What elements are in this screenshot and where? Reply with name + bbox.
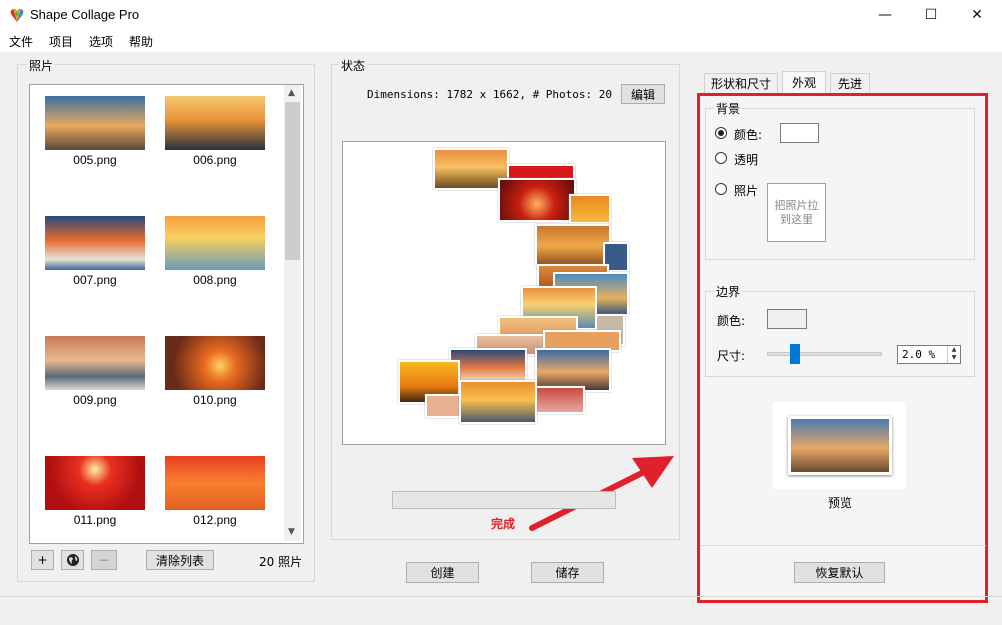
reset-defaults-button[interactable]: 恢复默认 xyxy=(794,562,885,583)
collage-preview[interactable] xyxy=(342,141,666,445)
status-done-text: 完成 xyxy=(491,517,516,531)
bg-color-swatch[interactable] xyxy=(780,123,819,143)
photos-group-title: 照片 xyxy=(27,57,56,74)
close-button[interactable]: ✕ xyxy=(954,0,1000,30)
border-color-swatch[interactable] xyxy=(767,309,807,329)
border-size-spinbox[interactable]: 2.0 % ▲ ▼ xyxy=(897,345,961,364)
scroll-thumb[interactable] xyxy=(285,102,300,260)
tab-advanced[interactable]: 先进 xyxy=(830,73,870,93)
border-size-value: 2.0 % xyxy=(902,348,936,361)
bg-photo-label: 照片 xyxy=(734,184,759,198)
app-logo-icon xyxy=(9,7,25,23)
border-size-slider-thumb[interactable] xyxy=(790,344,800,364)
status-group-title: 状态 xyxy=(339,57,368,74)
tab-appearance[interactable]: 外观 xyxy=(782,71,826,93)
collage-photo xyxy=(535,386,585,414)
window-title: Shape Collage Pro xyxy=(30,7,140,22)
photo-filename: 008.png xyxy=(193,273,237,287)
menu-options[interactable]: 选项 xyxy=(89,33,113,50)
photo-filename: 007.png xyxy=(73,273,117,287)
bg-transparent-radio[interactable] xyxy=(715,152,727,164)
web-import-button[interactable] xyxy=(61,550,84,570)
dimensions-text: Dimensions: 1782 x 1662, # Photos: 20 xyxy=(367,88,613,101)
preview-label: 预览 xyxy=(828,496,853,510)
photo-thumbnail[interactable] xyxy=(45,96,145,150)
photo-filename: 006.png xyxy=(193,153,237,167)
photo-thumbnail[interactable] xyxy=(45,216,145,270)
progress-bar xyxy=(392,491,616,509)
edit-button[interactable]: 编辑 xyxy=(621,84,665,104)
panel-divider xyxy=(700,545,986,546)
preview-photo-border xyxy=(788,416,892,475)
spinner-arrows-icon[interactable]: ▲ ▼ xyxy=(947,346,960,363)
background-group-title: 背景 xyxy=(714,100,743,117)
bg-photo-dropzone[interactable]: 把照片拉到这里 xyxy=(767,183,826,242)
tab-shape-size[interactable]: 形状和尺寸 xyxy=(704,73,778,93)
photo-count: 20 照片 xyxy=(259,555,303,569)
photo-filename: 010.png xyxy=(193,393,237,407)
photo-filename: 005.png xyxy=(73,153,117,167)
scroll-up-icon[interactable]: ▲ xyxy=(288,88,295,98)
globe-icon xyxy=(66,554,79,566)
photo-list[interactable]: 005.png 006.png 007.png 008.png 009.png … xyxy=(29,84,304,544)
bg-photo-radio[interactable] xyxy=(715,183,727,195)
status-bar-divider xyxy=(0,596,1002,597)
collage-photo xyxy=(569,194,611,224)
create-button[interactable]: 创建 xyxy=(406,562,479,583)
collage-photo xyxy=(535,224,611,268)
photo-thumbnail[interactable] xyxy=(165,336,265,390)
bg-color-radio[interactable] xyxy=(715,127,727,139)
preview-photo xyxy=(791,419,889,472)
photo-list-scrollbar[interactable]: ▲ ▼ xyxy=(284,85,301,541)
photo-filename: 009.png xyxy=(73,393,117,407)
collage-photo xyxy=(498,178,576,222)
maximize-button[interactable]: ☐ xyxy=(908,0,954,30)
border-size-slider[interactable] xyxy=(767,352,882,356)
photo-filename: 011.png xyxy=(73,513,117,527)
border-group-title: 边界 xyxy=(714,283,743,300)
photo-thumbnail[interactable] xyxy=(45,336,145,390)
photo-filename: 012.png xyxy=(193,513,237,527)
menu-help[interactable]: 帮助 xyxy=(129,33,153,50)
bg-color-label: 颜色: xyxy=(734,128,763,142)
collage-photo xyxy=(459,380,537,424)
border-group xyxy=(705,291,975,377)
menu-file[interactable]: 文件 xyxy=(9,33,33,50)
save-button[interactable]: 储存 xyxy=(531,562,604,583)
photo-thumbnail[interactable] xyxy=(45,456,145,510)
photo-thumbnail[interactable] xyxy=(165,96,265,150)
minimize-button[interactable]: — xyxy=(862,0,908,30)
photo-thumbnail[interactable] xyxy=(165,456,265,510)
bg-transparent-label: 透明 xyxy=(734,153,759,167)
remove-photo-button[interactable]: − xyxy=(91,550,117,570)
border-color-label: 颜色: xyxy=(717,314,746,328)
menu-project[interactable]: 项目 xyxy=(49,33,73,50)
clear-list-button[interactable]: 清除列表 xyxy=(146,550,214,570)
appearance-preview-frame xyxy=(773,402,906,489)
title-bar xyxy=(0,0,1002,30)
photo-thumbnail[interactable] xyxy=(165,216,265,270)
scroll-down-icon[interactable]: ▼ xyxy=(288,527,295,537)
add-photo-button[interactable]: + xyxy=(31,550,54,570)
border-size-label: 尺寸: xyxy=(717,349,746,363)
